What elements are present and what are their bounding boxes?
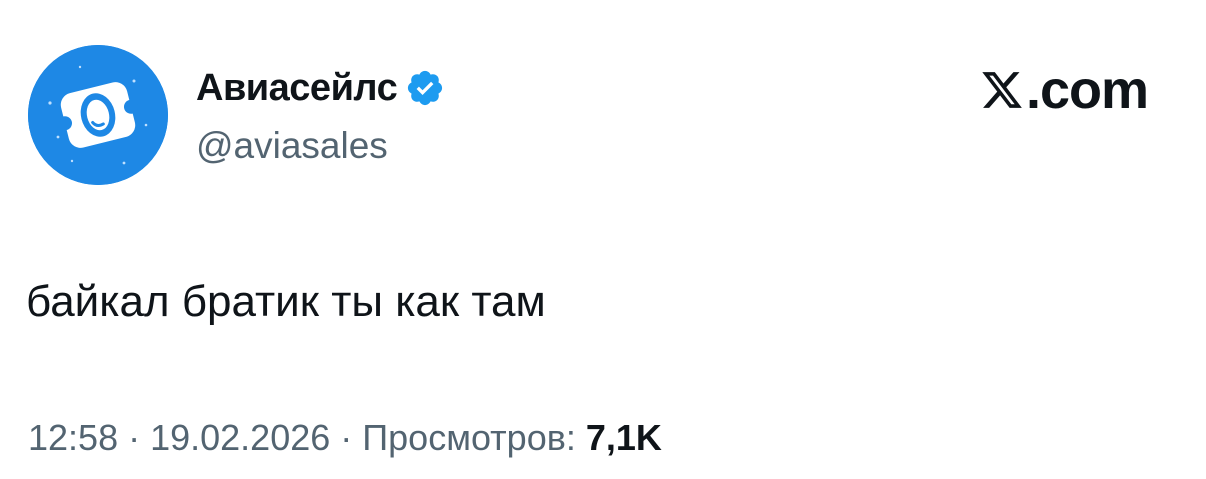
author-handle[interactable]: @aviasales <box>196 122 388 170</box>
x-logo-icon <box>980 68 1024 112</box>
avatar[interactable] <box>28 45 168 185</box>
display-name[interactable]: Авиасейлс <box>196 64 445 112</box>
x-brand: .com <box>980 60 1149 120</box>
tweet-date[interactable]: 19.02.2026 <box>150 417 330 458</box>
tweet-text: байкал братик ты как там <box>26 277 546 326</box>
separator: · <box>340 417 353 458</box>
brand-domain: .com <box>1025 60 1149 120</box>
aviasales-logo-icon <box>28 45 168 185</box>
separator: · <box>128 417 141 458</box>
tweet-meta: 12:58 · 19.02.2026 · Просмотров: 7,1K <box>28 414 662 462</box>
verified-badge-icon <box>405 68 445 108</box>
tweet-time[interactable]: 12:58 <box>28 417 118 458</box>
display-name-text: Авиасейлс <box>196 67 398 109</box>
views-label: Просмотров: <box>362 417 576 458</box>
views-count[interactable]: 7,1K <box>586 417 662 458</box>
